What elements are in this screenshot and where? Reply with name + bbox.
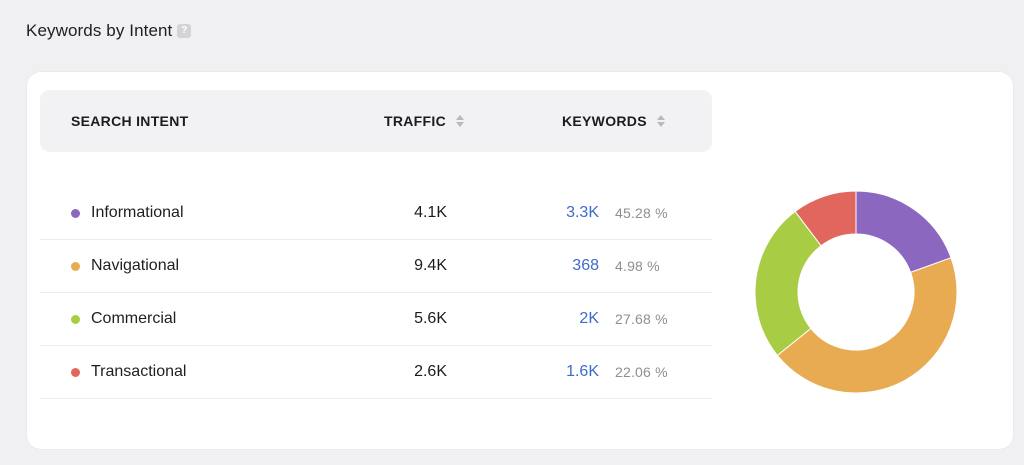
intent-donut-chart [753,189,959,395]
donut-slice-informational[interactable] [855,190,952,273]
help-icon[interactable]: ? [177,24,192,38]
intent-cell: Commercial [71,293,176,345]
keywords-link[interactable]: 1.6K [566,363,599,381]
intent-label: Commercial [91,310,177,327]
keywords-link[interactable]: 368 [572,257,599,275]
keywords-share: 27.68 % [615,311,668,327]
intent-color-dot [71,209,80,218]
section-title-text: Keywords by Intent [26,21,173,40]
table-body: Informational 4.1K 3.3K 45.28 % Navigati… [40,187,712,399]
keywords-share: 22.06 % [615,364,668,380]
keywords-cell: 3.3K [540,187,599,239]
keywords-share: 45.28 % [615,205,668,221]
sort-icon[interactable] [455,115,464,127]
traffic-value: 5.6K [414,310,447,327]
sort-icon[interactable] [656,115,665,127]
table-header: SEARCH INTENT TRAFFIC KEYWORDS [40,90,712,152]
table-row: Transactional 2.6K 1.6K 22.06 % [40,346,712,399]
table-row: Informational 4.1K 3.3K 45.28 % [40,187,712,240]
intent-label: Informational [91,204,184,221]
donut-svg [754,190,958,394]
traffic-value: 4.1K [414,204,447,221]
keywords-link[interactable]: 3.3K [566,204,599,222]
intent-color-dot [71,368,80,377]
intent-label: Navigational [91,257,180,274]
intent-label: Transactional [91,363,187,380]
intent-card: SEARCH INTENT TRAFFIC KEYWORDS Informati… [27,72,1013,449]
keywords-by-intent-widget: Keywords by Intent ? SEARCH INTENT TRAFF… [0,0,1024,465]
intent-color-dot [71,315,80,324]
keywords-cell: 368 [540,240,599,292]
column-header-search-intent: SEARCH INTENT [71,113,189,129]
keywords-share: 4.98 % [615,258,660,274]
traffic-value: 9.4K [414,257,447,274]
section-title: Keywords by Intent ? [26,21,192,41]
intent-color-dot [71,262,80,271]
intent-cell: Transactional [71,346,186,398]
table-row: Commercial 5.6K 2K 27.68 % [40,293,712,346]
keywords-cell: 1.6K [540,346,599,398]
column-header-traffic[interactable]: TRAFFIC [384,90,464,152]
column-header-keywords[interactable]: KEYWORDS [562,90,665,152]
keywords-link[interactable]: 2K [579,310,599,328]
intent-cell: Navigational [71,240,179,292]
keywords-cell: 2K [540,293,599,345]
traffic-value: 2.6K [414,363,447,380]
table-row: Navigational 9.4K 368 4.98 % [40,240,712,293]
intent-cell: Informational [71,187,184,239]
